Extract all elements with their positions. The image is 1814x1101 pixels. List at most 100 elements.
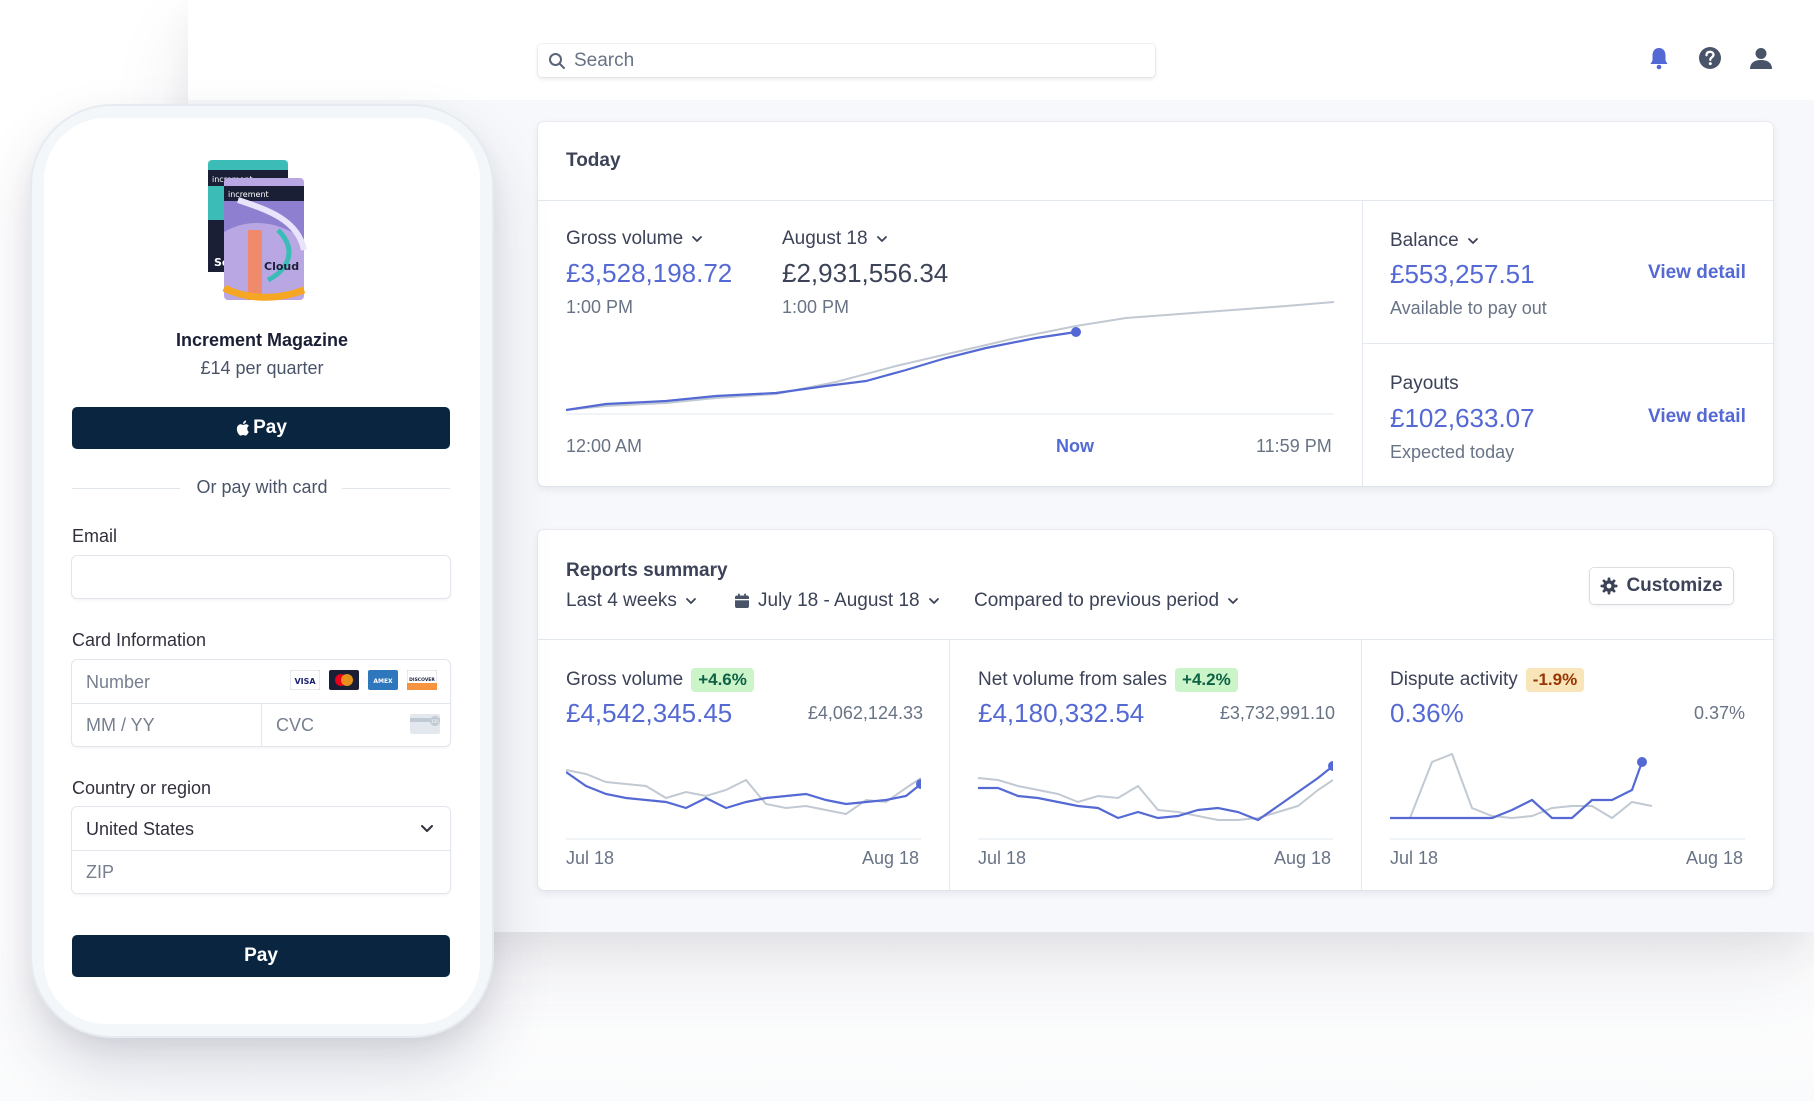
change-badge: +4.2% — [1175, 668, 1238, 692]
axis-end: Aug 18 — [1274, 848, 1332, 868]
today-card: Today Gross volume £3,528,198.72 1:00 PM… — [538, 122, 1773, 486]
chevron-down-icon — [692, 236, 703, 242]
divider — [1361, 639, 1362, 890]
today-line — [566, 330, 1077, 412]
axis-start: Jul 18 — [978, 848, 1027, 868]
gear-icon — [1600, 577, 1618, 595]
panel-previous-value: 0.37% — [1693, 703, 1745, 723]
compare-day-label: August 18 — [782, 228, 868, 249]
compare-filter[interactable]: Compared to previous period — [974, 590, 1239, 612]
panel-value: £4,542,345.45 — [566, 698, 733, 728]
payouts-value: £102,633.07 — [1390, 403, 1535, 433]
divider — [1362, 343, 1773, 344]
period-filter[interactable]: Last 4 weeks — [566, 590, 697, 612]
card-number-field[interactable] — [72, 660, 450, 703]
dispute-activity-sparkline — [1390, 752, 1745, 840]
comparison-line — [1390, 752, 1653, 820]
search-input[interactable]: Search — [538, 44, 1155, 77]
pay-button[interactable]: Pay — [72, 935, 450, 977]
panel-value: £4,180,332.54 — [978, 698, 1145, 728]
compare-day-value: £2,931,556.34 — [782, 258, 949, 288]
help-icon[interactable] — [1697, 45, 1723, 71]
payouts-view-detail-link[interactable]: View detail — [1648, 406, 1746, 428]
date-range-filter[interactable]: July 18 - August 18 — [734, 590, 940, 612]
axis-start: Jul 18 — [566, 848, 615, 868]
address-group: United States ZIP — [72, 807, 450, 893]
bell-icon[interactable] — [1646, 45, 1672, 71]
panel-previous-value: £3,732,991.10 — [1219, 703, 1335, 723]
divider — [538, 639, 1773, 640]
today-axis-start: 12:00 AM — [566, 436, 643, 456]
divider — [538, 200, 1773, 201]
date-range-label: July 18 - August 18 — [758, 590, 920, 611]
panel-label: Net volume from sales — [978, 669, 1168, 690]
gross-volume-label: Gross volume — [566, 228, 684, 249]
apple-pay-button[interactable]: Pay — [72, 407, 450, 449]
country-label: Country or region — [72, 778, 212, 798]
now-marker — [1071, 327, 1081, 337]
comparison-line — [978, 777, 1333, 821]
chevron-down-icon — [928, 598, 939, 604]
period-filter-label: Last 4 weeks — [566, 590, 677, 611]
balance-view-detail-link[interactable]: View detail — [1648, 262, 1746, 284]
reports-summary-card: Reports summary Last 4 weeks July 18 - A… — [538, 530, 1773, 890]
panel-label: Dispute activity — [1390, 669, 1518, 690]
or-pay-with-card: Or pay with card — [196, 477, 328, 497]
card-information-label: Card Information — [72, 630, 207, 650]
gross-volume-sparkline — [566, 769, 921, 840]
divider — [949, 639, 950, 890]
change-badge: -1.9% — [1525, 668, 1585, 692]
product-image: increment So increment Cloud — [208, 160, 307, 301]
pay-label: Pay — [244, 945, 278, 966]
gross-volume-line — [566, 771, 921, 810]
customize-button[interactable]: Customize — [1590, 568, 1733, 604]
gross-volume-selector[interactable]: Gross volume — [566, 228, 703, 250]
product-name: Increment Magazine — [175, 330, 349, 350]
product-art-text: Cloud — [264, 260, 299, 273]
axis-start: Jul 18 — [1390, 848, 1439, 868]
chevron-down-icon — [1228, 598, 1238, 604]
today-title: Today — [566, 150, 621, 171]
panel-value: 0.36% — [1390, 698, 1464, 728]
search-placeholder: Search — [574, 49, 635, 71]
cvc-field[interactable] — [262, 703, 450, 746]
product-price: £14 per quarter — [200, 358, 324, 378]
balance-value: £553,257.51 — [1390, 259, 1535, 289]
axis-end: Aug 18 — [862, 848, 920, 868]
email-field[interactable] — [72, 556, 450, 598]
zip-placeholder: ZIP — [86, 862, 115, 882]
today-axis-end: 11:59 PM — [1256, 436, 1332, 456]
panel-label: Gross volume — [566, 669, 684, 690]
canvas: Search Today Gross volume £3,528,198.72 … — [0, 0, 1814, 1101]
series-end-marker — [1637, 757, 1647, 767]
user-icon[interactable] — [1748, 45, 1774, 71]
apple-icon — [236, 420, 249, 436]
zip-field[interactable]: ZIP — [72, 850, 450, 893]
axis-end: Aug 18 — [1686, 848, 1744, 868]
today-axis-now: Now — [1056, 436, 1094, 456]
gross-volume-value: £3,528,198.72 — [566, 258, 733, 288]
checkout-screen: increment So increment Cloud Increment M… — [44, 118, 480, 1024]
calendar-icon — [735, 593, 749, 608]
dispute-activity-panel-header: Dispute activity -1.9% — [1390, 668, 1585, 692]
search-icon — [549, 52, 565, 69]
reports-title: Reports summary — [566, 560, 728, 581]
compare-day-selector[interactable]: August 18 — [782, 228, 888, 250]
change-badge: +4.6% — [691, 668, 754, 692]
chevron-down-icon — [876, 236, 887, 242]
balance-label: Balance — [1390, 230, 1459, 251]
email-label: Email — [72, 526, 118, 546]
net-volume-panel-header: Net volume from sales +4.2% — [978, 668, 1238, 692]
balance-sub: Available to pay out — [1390, 298, 1547, 318]
chevron-down-icon — [686, 598, 696, 604]
expiry-field[interactable] — [72, 703, 262, 746]
customize-label: Customize — [1626, 575, 1723, 596]
apple-pay-label: Pay — [253, 417, 287, 438]
comparison-line — [566, 769, 921, 816]
country-value: United States — [86, 819, 195, 839]
country-select[interactable]: United States — [72, 807, 450, 850]
chevron-down-icon — [421, 825, 433, 832]
payouts-label: Payouts — [1390, 373, 1459, 394]
net-volume-sparkline — [978, 761, 1333, 840]
balance-selector[interactable]: Balance — [1390, 230, 1479, 252]
